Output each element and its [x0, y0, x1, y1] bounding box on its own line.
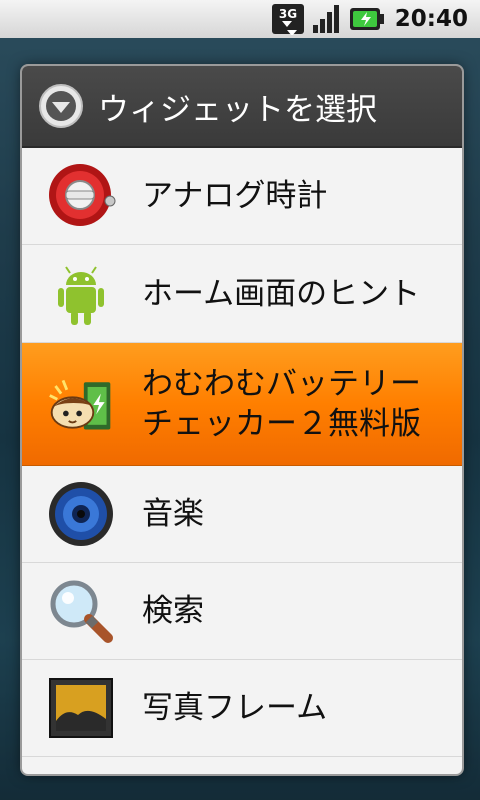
- analog-clock-icon: [46, 161, 116, 231]
- list-item-label: わむわむバッテリーチェッカー２無料版: [142, 366, 421, 442]
- music-speaker-icon: [46, 479, 116, 549]
- list-item-analog-clock[interactable]: アナログ時計: [22, 148, 462, 245]
- widget-picker-dialog: ウィジェットを選択 アナログ時計 ホーム画面のヒント わむわむバッテリーチェッカ…: [22, 66, 462, 774]
- svg-text:3G: 3G: [279, 7, 297, 21]
- list-item-photo-frame[interactable]: 写真フレーム: [22, 660, 462, 757]
- widget-list: アナログ時計 ホーム画面のヒント わむわむバッテリーチェッカー２無料版 音楽 検…: [22, 148, 462, 774]
- list-item-label: アナログ時計: [142, 178, 328, 214]
- network-3g-icon: 3G: [271, 3, 305, 35]
- status-bar: 3G 20:40: [0, 0, 480, 38]
- dialog-title-bar: ウィジェットを選択: [22, 66, 462, 148]
- list-item-label: 検索: [142, 593, 204, 629]
- battery-checker-app-icon: [46, 369, 116, 439]
- magnifier-icon: [46, 576, 116, 646]
- photo-frame-icon: [46, 673, 116, 743]
- list-item-battery-checker[interactable]: わむわむバッテリーチェッカー２無料版: [22, 343, 462, 466]
- clock: 20:40: [394, 6, 468, 32]
- dialog-title: ウィジェットを選択: [98, 91, 377, 128]
- dropdown-circle-icon: [39, 84, 83, 128]
- list-item-home-tips[interactable]: ホーム画面のヒント: [22, 245, 462, 343]
- list-item-label: ホーム画面のヒント: [142, 275, 421, 312]
- signal-strength-icon: [311, 3, 343, 35]
- list-item-search[interactable]: 検索: [22, 563, 462, 660]
- android-robot-icon: [46, 259, 116, 329]
- battery-charging-icon: [349, 3, 385, 35]
- list-item-label: 写真フレーム: [142, 690, 328, 726]
- list-item-music[interactable]: 音楽: [22, 466, 462, 563]
- list-item-label: 音楽: [142, 496, 204, 532]
- list-item-partial: [22, 757, 462, 774]
